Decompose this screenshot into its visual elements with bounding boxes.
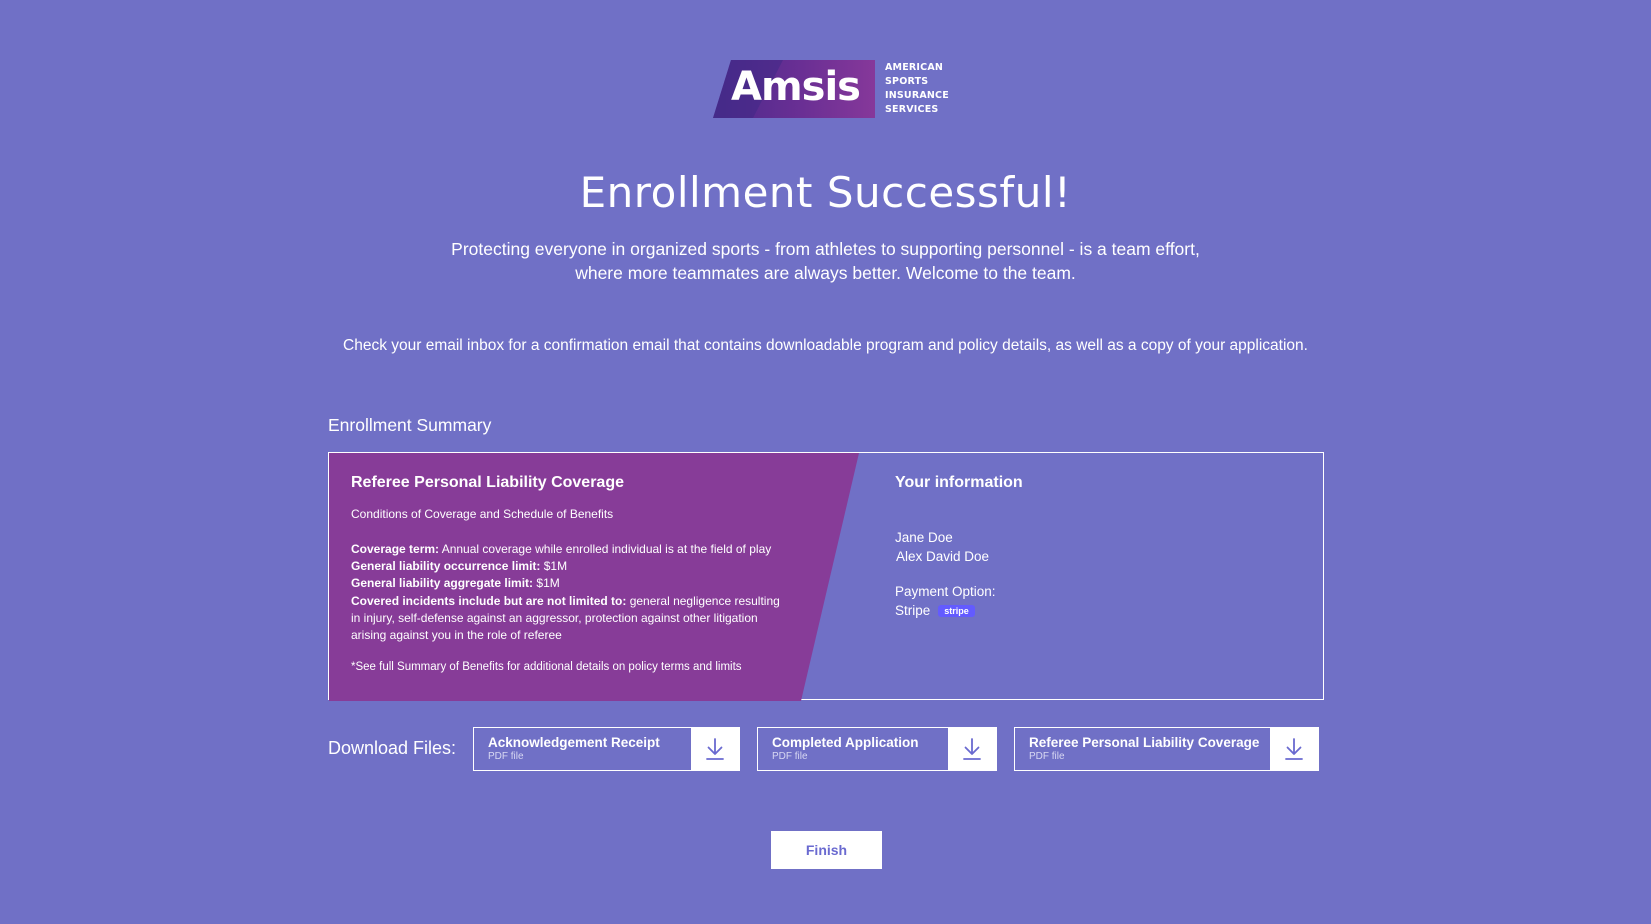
finish-button[interactable]: Finish	[771, 831, 882, 869]
covered-incidents: Covered incidents include but are not li…	[351, 593, 780, 643]
download-file-type: PDF file	[772, 751, 808, 762]
download-files-label: Download Files:	[328, 738, 457, 758]
download-file-name: Acknowledgement Receipt	[488, 735, 660, 750]
coverage-title: Referee Personal Liability Coverage	[351, 474, 624, 491]
download-file-info: Acknowledgement Receipt PDF file	[474, 728, 691, 770]
logo-tagline: AMERICAN SPORTS INSURANCE SERVICES	[885, 61, 949, 116]
download-button[interactable]	[948, 728, 996, 770]
download-completed-application[interactable]: Completed Application PDF file	[757, 727, 997, 771]
page-title: Enrollment Successful!	[579, 168, 1072, 217]
download-acknowledgement-receipt[interactable]: Acknowledgement Receipt PDF file	[473, 727, 740, 771]
download-icon	[963, 738, 981, 760]
insured-name: Jane Doe	[895, 530, 953, 545]
tagline-line: AMERICAN	[885, 62, 944, 74]
secondary-name: Alex David Doe	[896, 549, 990, 564]
download-file-info: Referee Personal Liability Coverage PDF …	[1015, 728, 1270, 770]
download-button[interactable]	[1270, 728, 1318, 770]
download-file-info: Completed Application PDF file	[758, 728, 948, 770]
stripe-badge: stripe	[938, 605, 975, 617]
tagline-line: SERVICES	[885, 103, 939, 115]
your-information-title: Your information	[895, 474, 1023, 491]
download-referee-coverage[interactable]: Referee Personal Liability Coverage PDF …	[1014, 727, 1319, 771]
payment-method: Stripe	[895, 603, 931, 618]
coverage-footnote: *See full Summary of Benefits for additi…	[351, 661, 742, 673]
tagline-line: INSURANCE	[885, 90, 949, 101]
enrollment-summary-card: Referee Personal Liability Coverage Cond…	[328, 452, 1324, 701]
enrollment-summary-heading: Enrollment Summary	[328, 415, 492, 435]
amsis-logo: Amsis AMERICAN SPORTS INSURANCE SERVICES	[713, 60, 949, 118]
download-icon	[706, 738, 724, 760]
email-notice: Check your email inbox for a confirmatio…	[343, 337, 1308, 354]
download-file-name: Completed Application	[772, 735, 919, 750]
coverage-details: Coverage term: Annual coverage while enr…	[351, 541, 791, 644]
download-icon	[1285, 738, 1303, 760]
download-button[interactable]	[691, 728, 739, 770]
aggregate-limit: General liability aggregate limit: $1M	[351, 576, 560, 591]
welcome-text-line-1: Protecting everyone in organized sports …	[451, 239, 1200, 259]
payment-option-label: Payment Option:	[895, 584, 996, 599]
coverage-term: Coverage term: Annual coverage while enr…	[351, 542, 772, 556]
occurrence-limit: General liability occurrence limit: $1M	[351, 559, 568, 574]
download-file-type: PDF file	[1029, 751, 1065, 762]
welcome-text-line-2: where more teammates are always better. …	[575, 263, 1076, 283]
payment-option: Stripe stripe	[895, 603, 975, 618]
logo-wordmark: Amsis	[731, 64, 861, 110]
coverage-subtitle: Conditions of Coverage and Schedule of B…	[351, 507, 614, 521]
logo-mark: Amsis	[713, 60, 875, 118]
download-file-type: PDF file	[488, 751, 524, 762]
download-file-name: Referee Personal Liability Coverage	[1029, 735, 1260, 750]
tagline-line: SPORTS	[885, 76, 929, 88]
